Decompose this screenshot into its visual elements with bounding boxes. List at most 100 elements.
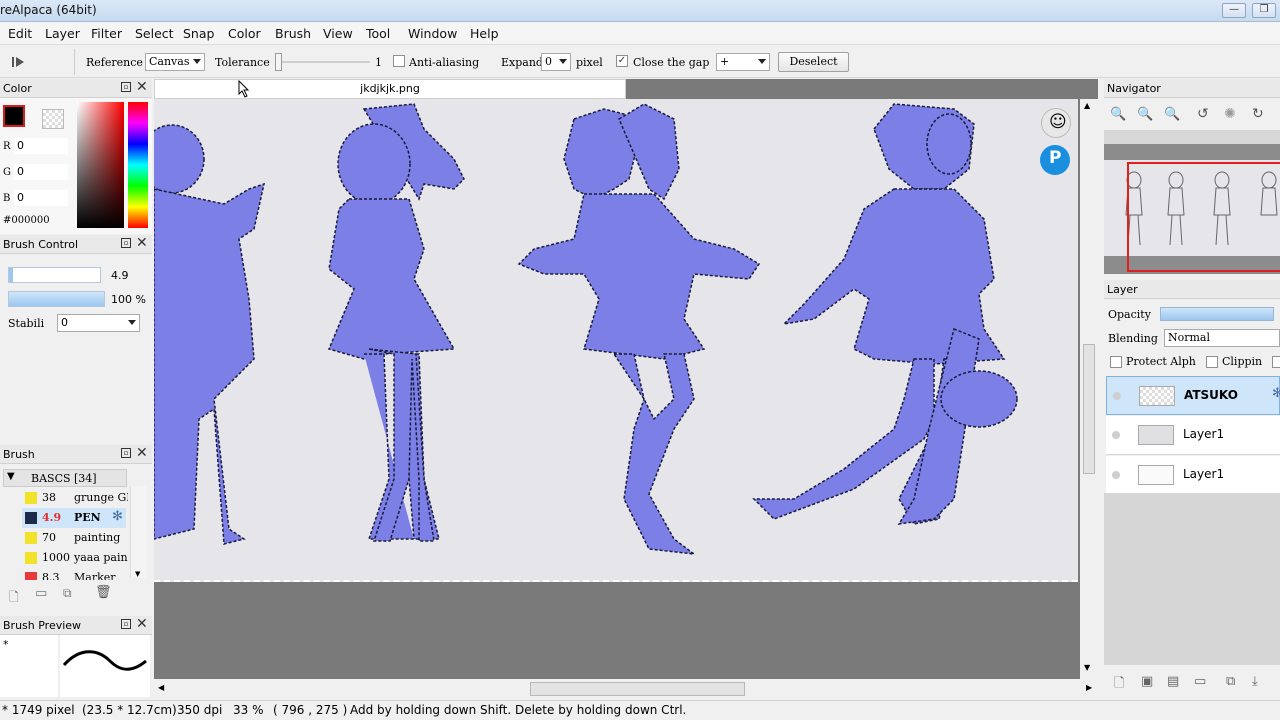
folder-icon[interactable]: ▭ bbox=[35, 586, 47, 601]
close-icon[interactable]: ✕ bbox=[136, 235, 148, 251]
close-icon[interactable]: ✕ bbox=[136, 616, 148, 632]
chevron-down-icon bbox=[128, 320, 136, 325]
g-input[interactable]: 0 bbox=[14, 164, 68, 180]
new-layer-icon[interactable]: 🗋 bbox=[1114, 674, 1124, 696]
brush-opacity-value[interactable]: 100 % bbox=[111, 293, 146, 306]
brush-item[interactable]: 1000 yaaa pain bbox=[22, 548, 128, 568]
dock-icon[interactable]: ▫ bbox=[121, 82, 131, 92]
maximize-button[interactable]: ❐ bbox=[1252, 3, 1276, 18]
background-color-swatch[interactable] bbox=[42, 109, 64, 129]
vertical-scroll-thumb[interactable] bbox=[1083, 344, 1095, 474]
trash-icon[interactable]: 🗑 bbox=[95, 585, 112, 600]
dock-icon[interactable]: ▫ bbox=[121, 448, 131, 458]
menu-tool[interactable]: Tool bbox=[366, 26, 390, 41]
scroll-down-icon[interactable]: ▼ bbox=[1084, 663, 1090, 672]
hue-slider[interactable] bbox=[128, 102, 148, 228]
foreground-color-swatch[interactable] bbox=[3, 105, 25, 127]
visibility-icon[interactable] bbox=[1113, 392, 1121, 400]
blending-select[interactable]: Normal bbox=[1164, 329, 1280, 347]
brush-item[interactable]: 38 grunge GR bbox=[22, 488, 128, 508]
vertical-scrollbar[interactable]: ▲ ▼ bbox=[1080, 99, 1098, 679]
close-gap-checkbox[interactable]: ✓ bbox=[616, 55, 628, 67]
merge-down-icon[interactable]: ⤓ bbox=[1252, 674, 1258, 689]
layer-opacity-slider[interactable] bbox=[1160, 307, 1274, 321]
zoom-fit-icon[interactable]: 🔍 bbox=[1164, 107, 1180, 122]
menu-view[interactable]: View bbox=[323, 26, 353, 41]
mascot-icon[interactable]: ☺ bbox=[1041, 108, 1071, 138]
new-folder-icon[interactable]: ▭ bbox=[1194, 674, 1206, 689]
rotate-right-icon[interactable]: ↻ bbox=[1252, 106, 1264, 122]
horizontal-scrollbar[interactable]: ◀ ▶ bbox=[154, 680, 1098, 698]
zoom-in-icon[interactable]: 🔍 bbox=[1110, 107, 1126, 122]
navigator-preview[interactable] bbox=[1104, 144, 1280, 274]
zoom-out-icon[interactable]: 🔍 bbox=[1137, 107, 1153, 122]
brush-list-scrollbar[interactable]: ▼ bbox=[130, 486, 146, 578]
scroll-down-icon[interactable]: ▼ bbox=[135, 570, 140, 578]
protect-alpha-checkbox[interactable] bbox=[1110, 356, 1122, 368]
layer-row-atsuko[interactable]: ATSUKO ✻ bbox=[1106, 376, 1280, 415]
antialias-checkbox[interactable] bbox=[393, 55, 405, 67]
dock-icon[interactable]: ▫ bbox=[121, 238, 131, 248]
rotate-reset-icon[interactable]: ✺ bbox=[1224, 106, 1236, 122]
new-8bit-layer-icon[interactable]: ▣ bbox=[1141, 674, 1153, 689]
menu-help[interactable]: Help bbox=[470, 26, 499, 41]
layer-row[interactable]: Layer1 bbox=[1106, 456, 1280, 495]
document-canvas[interactable]: ☺ P bbox=[139, 99, 1078, 582]
minimize-button[interactable]: — bbox=[1222, 3, 1246, 18]
brush-preview-panel: * bbox=[0, 635, 152, 699]
menu-edit[interactable]: Edit bbox=[8, 26, 32, 41]
brush-item[interactable]: 70 painting bbox=[22, 528, 126, 548]
stabilizer-value: 0 bbox=[61, 316, 68, 329]
brush-preview-title: Brush Preview bbox=[3, 619, 82, 632]
expand-select[interactable]: 0 bbox=[541, 53, 571, 71]
menu-layer[interactable]: Layer bbox=[45, 26, 80, 41]
rotate-left-icon[interactable]: ↺ bbox=[1197, 106, 1209, 122]
scroll-left-icon[interactable]: ◀ bbox=[158, 683, 164, 692]
horizontal-scroll-thumb[interactable] bbox=[530, 682, 745, 696]
r-input[interactable]: 0 bbox=[14, 138, 68, 154]
menu-brush[interactable]: Brush bbox=[275, 26, 311, 41]
gear-icon[interactable]: ✻ bbox=[112, 509, 123, 524]
brush-item-size: 38 bbox=[42, 491, 56, 504]
copy-icon[interactable]: ⧉ bbox=[63, 586, 72, 601]
stabilizer-select[interactable]: 0 bbox=[57, 314, 140, 332]
scroll-right-icon[interactable]: ▶ bbox=[1086, 683, 1092, 692]
close-icon[interactable]: ✕ bbox=[136, 79, 148, 95]
brush-item-selected[interactable]: 4.9 PEN ✻ bbox=[22, 508, 126, 528]
scroll-up-icon[interactable]: ▲ bbox=[1084, 101, 1090, 110]
navigator-viewport-frame[interactable] bbox=[1127, 162, 1280, 272]
brush-size-value[interactable]: 4.9 bbox=[111, 269, 129, 282]
gear-icon[interactable]: ✻ bbox=[1272, 386, 1280, 401]
pixiv-icon[interactable]: P bbox=[1040, 145, 1070, 175]
visibility-icon[interactable] bbox=[1112, 471, 1120, 479]
new-1bit-layer-icon[interactable]: ▤ bbox=[1167, 674, 1179, 689]
menu-window[interactable]: Window bbox=[408, 26, 457, 41]
close-icon[interactable]: ✕ bbox=[136, 445, 148, 461]
brush-opacity-slider[interactable] bbox=[8, 291, 105, 307]
play-icon[interactable] bbox=[12, 56, 26, 68]
brush-size-slider[interactable] bbox=[8, 267, 101, 283]
b-input[interactable]: 0 bbox=[14, 190, 68, 206]
saturation-value-picker[interactable] bbox=[77, 102, 124, 228]
close-gap-select[interactable]: + bbox=[716, 53, 770, 71]
menu-snap[interactable]: Snap bbox=[183, 26, 214, 41]
menu-select[interactable]: Select bbox=[135, 26, 174, 41]
lock-checkbox[interactable] bbox=[1272, 356, 1280, 368]
duplicate-layer-icon[interactable]: ⧉ bbox=[1226, 674, 1235, 689]
brush-item[interactable]: 8.3 Marker bbox=[22, 568, 126, 580]
layer-row[interactable]: Layer1 bbox=[1106, 416, 1280, 455]
brush-group-row[interactable]: ▼ BASCS [34] bbox=[3, 469, 127, 487]
reference-select[interactable]: Canvas bbox=[145, 53, 205, 71]
hex-value[interactable]: #000000 bbox=[3, 215, 50, 226]
menu-color[interactable]: Color bbox=[228, 26, 261, 41]
new-brush-icon[interactable]: 🗋 bbox=[9, 588, 19, 609]
menu-filter[interactable]: Filter bbox=[91, 26, 122, 41]
dock-icon[interactable]: ▫ bbox=[121, 619, 131, 629]
document-tab[interactable]: jkdjkjk.png bbox=[154, 79, 626, 99]
status-image-size: * 1749 pixel bbox=[2, 703, 75, 717]
tolerance-slider-handle[interactable] bbox=[275, 53, 282, 71]
clipping-checkbox[interactable] bbox=[1206, 356, 1218, 368]
triangle-down-icon[interactable]: ▼ bbox=[7, 471, 15, 482]
deselect-button[interactable]: Deselect bbox=[778, 52, 849, 72]
visibility-icon[interactable] bbox=[1112, 431, 1120, 439]
